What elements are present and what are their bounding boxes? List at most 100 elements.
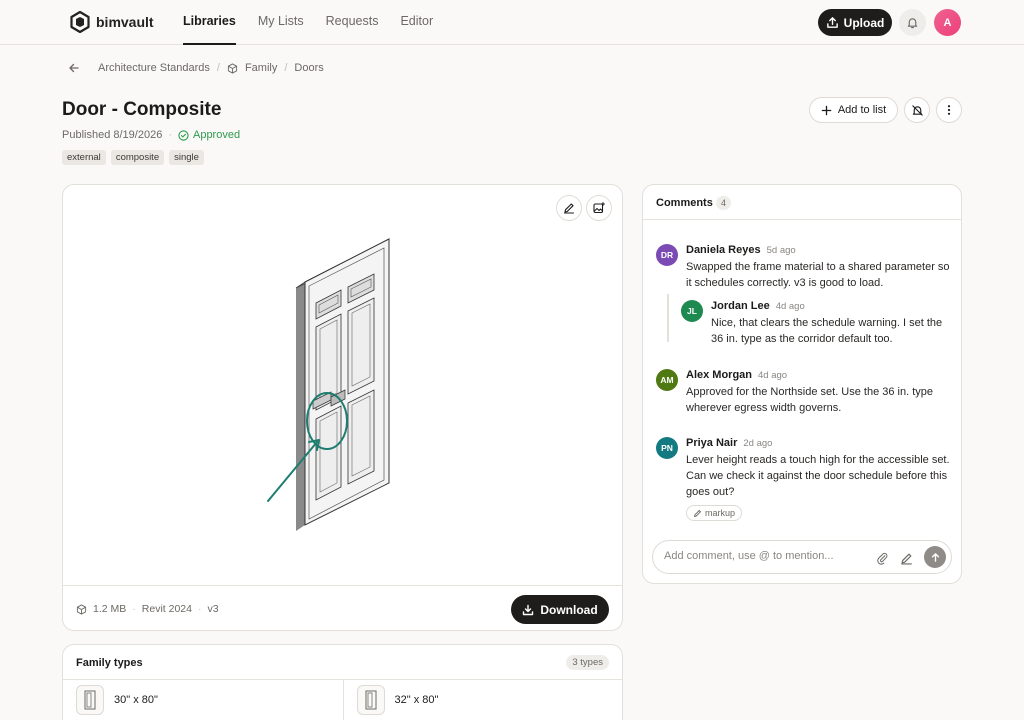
bell-off-icon bbox=[911, 104, 923, 116]
download-label: Download bbox=[540, 602, 598, 617]
mute-notifications-button[interactable] bbox=[904, 97, 930, 123]
upload-icon bbox=[826, 17, 838, 28]
send-comment-button[interactable] bbox=[924, 546, 946, 568]
tab-my-lists[interactable]: My Lists bbox=[258, 0, 304, 45]
family-type-item[interactable]: 32" x 80" bbox=[342, 680, 623, 720]
tag[interactable]: external bbox=[62, 150, 106, 165]
arrow-up-icon bbox=[931, 552, 939, 562]
preview-card: 1.2 MB · Revit 2024 · v3 Download bbox=[62, 184, 623, 631]
software-version: Revit 2024 bbox=[141, 603, 192, 615]
family-types-count: 3 types bbox=[566, 655, 609, 670]
pencil-icon[interactable] bbox=[898, 550, 914, 566]
markup-chip-label: markup bbox=[705, 508, 736, 518]
asset-meta: Published 8/19/2026 · Approved bbox=[62, 129, 241, 141]
add-to-list-button[interactable]: Add to list bbox=[809, 97, 898, 123]
file-size: 1.2 MB bbox=[93, 603, 127, 615]
download-button[interactable]: Download bbox=[511, 595, 609, 624]
comments-title: Comments bbox=[656, 197, 713, 209]
comment-time: 5d ago bbox=[766, 245, 796, 256]
preview-footer: 1.2 MB · Revit 2024 · v3 Download bbox=[63, 585, 622, 630]
check-circle-icon bbox=[178, 129, 189, 141]
tag[interactable]: single bbox=[169, 150, 204, 165]
tab-editor[interactable]: Editor bbox=[400, 0, 433, 45]
page-title: Door - Composite bbox=[62, 99, 222, 120]
plus-icon bbox=[821, 105, 832, 115]
tab-libraries[interactable]: Libraries bbox=[183, 0, 236, 45]
family-types-card: Family types 3 types 30" x 80" 32" x 80" bbox=[62, 644, 623, 720]
status-label: Approved bbox=[192, 129, 241, 141]
more-options-button[interactable] bbox=[936, 97, 962, 123]
comment-input[interactable] bbox=[664, 550, 854, 562]
family-types-title: Family types bbox=[76, 657, 143, 669]
user-avatar[interactable]: A bbox=[934, 9, 961, 36]
status-badge: Approved bbox=[178, 129, 240, 141]
bimvault-logo-icon bbox=[70, 11, 90, 33]
comment-time: 4d ago bbox=[775, 301, 805, 312]
door-thumbnail-icon bbox=[356, 685, 385, 715]
comment-header: Priya Nair 2d ago bbox=[686, 437, 772, 449]
bell-icon bbox=[907, 18, 918, 29]
upload-label: Upload bbox=[843, 15, 885, 30]
comments-header: Comments 4 bbox=[643, 185, 961, 220]
download-icon bbox=[523, 604, 534, 615]
logo[interactable]: bimvault bbox=[70, 11, 154, 33]
comment-body: Approved for the Northside set. Use the … bbox=[686, 386, 934, 414]
comment-header: Daniela Reyes 5d ago bbox=[686, 244, 796, 256]
family-type-item[interactable]: 30" x 80" bbox=[63, 680, 343, 720]
comment-author[interactable]: Daniela Reyes bbox=[686, 244, 761, 256]
markup-attachment-chip[interactable]: markup bbox=[686, 505, 743, 521]
nav-tabs: Libraries My Lists Requests Editor bbox=[183, 0, 433, 45]
top-nav: bimvault Libraries My Lists Requests Edi… bbox=[0, 0, 1024, 45]
cube-icon bbox=[227, 62, 238, 74]
family-type-label: 30" x 80" bbox=[114, 694, 158, 706]
reply-thread-line bbox=[667, 294, 669, 342]
avatar: JL bbox=[681, 300, 703, 322]
comment-header: Jordan Lee 4d ago bbox=[711, 300, 805, 312]
comment-author[interactable]: Priya Nair bbox=[686, 437, 737, 449]
attach-icon[interactable] bbox=[874, 550, 890, 566]
published-date: Published 8/19/2026 bbox=[62, 129, 163, 141]
avatar: PN bbox=[656, 437, 678, 459]
avatar: DR bbox=[656, 244, 678, 266]
family-type-label: 32" x 80" bbox=[394, 694, 439, 706]
cube-icon bbox=[76, 603, 87, 615]
comment-body: Lever height reads a touch high for the … bbox=[686, 454, 950, 498]
file-meta: 1.2 MB · Revit 2024 · v3 bbox=[76, 603, 219, 615]
breadcrumb-doors[interactable]: Doors bbox=[294, 62, 323, 74]
avatar: AM bbox=[656, 369, 678, 391]
breadcrumb-architecture-standards[interactable]: Architecture Standards bbox=[98, 62, 210, 74]
tag[interactable]: composite bbox=[110, 150, 165, 165]
comment-time: 2d ago bbox=[743, 438, 773, 449]
comment-time: 4d ago bbox=[758, 370, 788, 381]
breadcrumb-separator: / bbox=[216, 62, 220, 74]
door-thumbnail-icon bbox=[76, 685, 104, 715]
family-types-list: 30" x 80" 32" x 80" bbox=[63, 680, 622, 720]
door-3d-preview[interactable] bbox=[63, 185, 623, 585]
tab-requests[interactable]: Requests bbox=[326, 0, 379, 45]
family-types-header: Family types 3 types bbox=[63, 645, 622, 680]
edit-markup-button[interactable] bbox=[556, 195, 582, 221]
app-name: bimvault bbox=[96, 14, 154, 30]
add-to-list-label: Add to list bbox=[837, 104, 887, 116]
comment-author[interactable]: Alex Morgan bbox=[686, 369, 752, 381]
comment-body: Swapped the frame material to a shared p… bbox=[686, 261, 950, 289]
more-vertical-icon bbox=[947, 105, 951, 115]
pencil-icon bbox=[564, 203, 574, 214]
breadcrumb: Architecture Standards / Family / Doors bbox=[68, 62, 324, 74]
notifications-button[interactable] bbox=[899, 9, 926, 36]
tag-list: external composite single bbox=[62, 150, 204, 165]
asset-version: v3 bbox=[207, 603, 219, 615]
comment-author[interactable]: Jordan Lee bbox=[711, 300, 770, 312]
breadcrumb-separator: / bbox=[284, 62, 288, 74]
comments-count: 4 bbox=[716, 196, 731, 210]
image-plus-icon bbox=[593, 202, 605, 214]
pencil-icon bbox=[694, 509, 701, 517]
comment-body: Nice, that clears the schedule warning. … bbox=[711, 317, 943, 345]
upload-button[interactable]: Upload bbox=[818, 9, 892, 36]
comments-panel: Comments 4 DR Daniela Reyes 5d ago Swapp… bbox=[642, 184, 962, 584]
breadcrumb-family[interactable]: Family bbox=[245, 62, 277, 74]
add-image-button[interactable] bbox=[586, 195, 612, 221]
comment-composer bbox=[652, 540, 952, 574]
comment-header: Alex Morgan 4d ago bbox=[686, 369, 787, 381]
back-arrow-icon[interactable] bbox=[68, 62, 80, 74]
